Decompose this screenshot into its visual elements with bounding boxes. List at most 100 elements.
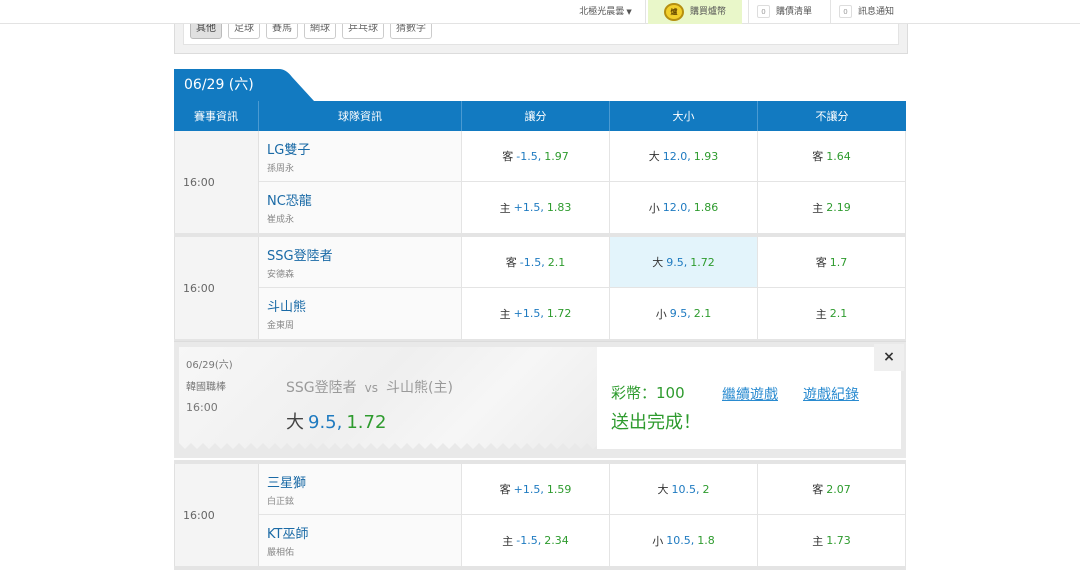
side-label: 客 bbox=[505, 256, 517, 269]
team-name: SSG登陸者 bbox=[267, 248, 333, 264]
team-row: LG雙子 孫周永 客 -1.5, 1.97 大 12.0, 1.93 客 1.64 bbox=[259, 131, 906, 182]
bet-list-link[interactable]: 0 購債清單 bbox=[748, 0, 822, 24]
moneyline-odds-cell[interactable]: 客 1.7 bbox=[758, 237, 906, 287]
header-spread: 讓分 bbox=[462, 101, 610, 131]
total-odds-cell[interactable]: 小 12.0, 1.86 bbox=[610, 182, 758, 233]
odds-value: 1.83 bbox=[546, 201, 572, 214]
odds-value: 1.93 bbox=[693, 149, 719, 163]
game-time: 16:00 bbox=[174, 131, 259, 233]
date-tab-label: 06/29 (六) bbox=[184, 77, 254, 93]
moneyline-odds-cell[interactable]: 主 2.1 bbox=[758, 288, 906, 339]
spread-odds-cell[interactable]: 主 -1.5, 2.34 bbox=[462, 515, 610, 566]
odds-value: 1.7 bbox=[829, 255, 848, 269]
odds-value: 1.86 bbox=[693, 201, 719, 214]
spread-odds-cell[interactable]: 客 -1.5, 2.1 bbox=[462, 237, 610, 287]
line-value: 12.0, bbox=[662, 149, 691, 163]
spread-odds-cell[interactable]: 客 -1.5, 1.97 bbox=[462, 131, 610, 181]
side-label: 大 bbox=[648, 150, 660, 163]
side-label: 客 bbox=[815, 256, 827, 269]
side-label: 大 bbox=[657, 483, 669, 496]
odds-value: 2 bbox=[702, 482, 710, 496]
total-odds-cell[interactable]: 大 10.5, 2 bbox=[610, 464, 758, 514]
continue-game-link[interactable]: 繼續遊戲 bbox=[722, 384, 778, 404]
odds-value: 1.73 bbox=[826, 534, 851, 547]
moneyline-odds-cell[interactable]: 主 1.73 bbox=[758, 515, 906, 566]
total-odds-cell[interactable]: 小 10.5, 1.8 bbox=[610, 515, 758, 566]
team-name: LG雙子 bbox=[267, 142, 311, 158]
header-team-info: 球隊資訊 bbox=[259, 101, 462, 131]
side-label: 小 bbox=[648, 201, 660, 215]
game-time: 16:00 bbox=[174, 464, 259, 566]
pitcher-name: 白正鉉 bbox=[267, 496, 295, 507]
game-time: 16:00 bbox=[174, 237, 259, 339]
line-value: -1.5, bbox=[516, 534, 542, 547]
bet-list-label: 購債清單 bbox=[776, 7, 813, 17]
line-value: 12.0, bbox=[662, 201, 691, 214]
team-name: KT巫師 bbox=[267, 527, 309, 542]
moneyline-odds-cell[interactable]: 客 1.64 bbox=[758, 131, 906, 181]
total-odds-cell-selected[interactable]: 大 9.5, 1.72 bbox=[610, 237, 758, 287]
messages-link[interactable]: 0 訊息通知 bbox=[830, 0, 910, 24]
line-value: 9.5, bbox=[666, 255, 688, 269]
side-label: 客 bbox=[812, 483, 824, 496]
header-total: 大小 bbox=[610, 101, 758, 131]
odds-value: 2.1 bbox=[693, 307, 712, 320]
slip-pick-line: 9.5, bbox=[308, 412, 343, 433]
slip-away-team: SSG登陸者 bbox=[286, 380, 357, 396]
team-row: NC恐龍 崔成永 主 +1.5, 1.83 小 12.0, 1.86 主 2.19 bbox=[259, 182, 906, 233]
odds-value: 1.72 bbox=[690, 255, 715, 269]
odds-value: 1.59 bbox=[546, 482, 572, 496]
slip-date: 06/29(六) bbox=[186, 360, 233, 371]
total-odds-cell[interactable]: 小 9.5, 2.1 bbox=[610, 288, 758, 339]
user-menu[interactable]: 北極光晨曇 ▼ bbox=[566, 0, 646, 24]
bet-slip-result-top bbox=[597, 347, 874, 371]
total-odds-cell[interactable]: 大 12.0, 1.93 bbox=[610, 131, 758, 181]
user-name: 北極光晨曇 bbox=[579, 7, 625, 17]
line-value: +1.5, bbox=[513, 307, 544, 320]
odds-value: 1.64 bbox=[826, 149, 851, 163]
odds-value: 2.34 bbox=[544, 534, 569, 547]
team-row: 三星獅 白正鉉 客 +1.5, 1.59 大 10.5, 2 客 2.07 bbox=[259, 464, 906, 515]
odds-value: 1.97 bbox=[544, 149, 569, 163]
game-row: 16:00 SSG登陸者 安德森 客 -1.5, 2.1 大 9.5, 1.72 客 1.… bbox=[174, 237, 906, 343]
odds-value: 1.72 bbox=[546, 307, 572, 320]
side-label: 主 bbox=[812, 534, 824, 548]
top-bar: 北極光晨曇 ▼ 爐 購買爐幣 0 購債清單 0 訊息通知 bbox=[0, 0, 1080, 24]
pitcher-name: 崔成永 bbox=[267, 215, 295, 225]
moneyline-odds-cell[interactable]: 客 2.07 bbox=[758, 464, 906, 514]
buy-coins-button[interactable]: 爐 購買爐幣 bbox=[648, 0, 742, 24]
messages-label: 訊息通知 bbox=[858, 7, 895, 17]
odds-value: 2.1 bbox=[547, 255, 566, 269]
odds-value: 1.8 bbox=[697, 534, 715, 547]
line-value: +1.5, bbox=[513, 201, 544, 214]
team-name: 斗山熊 bbox=[267, 300, 307, 315]
odds-value: 2.1 bbox=[829, 307, 848, 320]
team-rows: 三星獅 白正鉉 客 +1.5, 1.59 大 10.5, 2 客 2.07 KT巫師 嚴相… bbox=[259, 464, 906, 566]
game-history-link[interactable]: 遊戲紀錄 bbox=[803, 384, 859, 404]
close-button[interactable]: × bbox=[874, 344, 904, 371]
side-label: 主 bbox=[499, 201, 511, 215]
zigzag-edge bbox=[179, 443, 597, 451]
slip-pick-side: 大 bbox=[286, 412, 304, 433]
side-label: 客 bbox=[812, 150, 824, 163]
side-label: 主 bbox=[812, 201, 824, 215]
spread-odds-cell[interactable]: 客 +1.5, 1.59 bbox=[462, 464, 610, 514]
moneyline-odds-cell[interactable]: 主 2.19 bbox=[758, 182, 906, 233]
line-value: 10.5, bbox=[666, 534, 695, 547]
game-row: 16:00 LG雙子 孫周永 客 -1.5, 1.97 大 12.0, 1.93 客 1.… bbox=[174, 131, 906, 237]
table-header: 賽事資訊 球隊資訊 讓分 大小 不讓分 bbox=[174, 101, 906, 131]
slip-pick: 大 9.5, 1.72 bbox=[286, 408, 386, 434]
team-cell: 斗山熊 金東周 bbox=[259, 288, 462, 339]
team-cell: 三星獅 白正鉉 bbox=[259, 464, 462, 514]
side-label: 大 bbox=[652, 256, 664, 269]
caret-down-icon: ▼ bbox=[626, 8, 632, 16]
spread-odds-cell[interactable]: 主 +1.5, 1.72 bbox=[462, 288, 610, 339]
slip-vs: vs bbox=[364, 381, 378, 395]
slip-time: 16:00 bbox=[186, 401, 218, 414]
spread-odds-cell[interactable]: 主 +1.5, 1.83 bbox=[462, 182, 610, 233]
team-name: NC恐龍 bbox=[267, 194, 312, 209]
side-label: 客 bbox=[499, 483, 511, 496]
header-event-info: 賽事資訊 bbox=[174, 101, 259, 131]
team-row: KT巫師 嚴相佑 主 -1.5, 2.34 小 10.5, 1.8 主 1.73 bbox=[259, 515, 906, 566]
slip-success-message: 送出完成！ bbox=[611, 412, 701, 433]
